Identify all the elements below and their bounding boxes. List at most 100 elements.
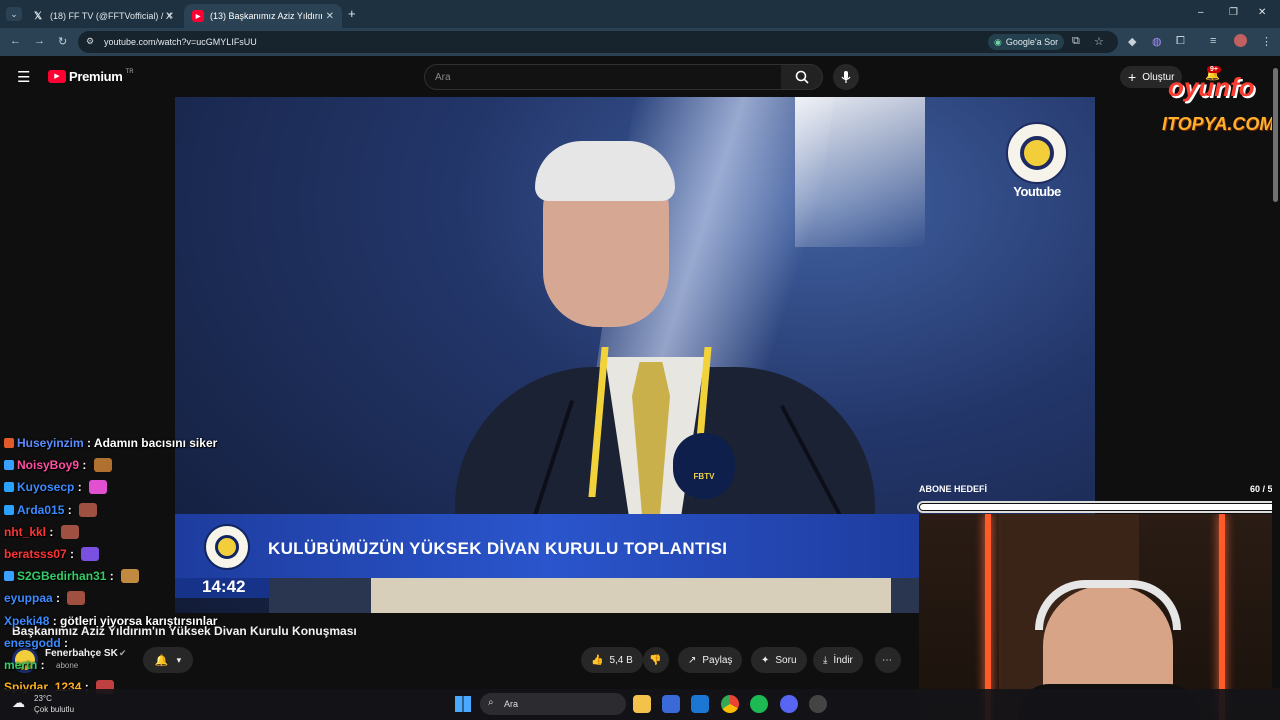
more-actions-button[interactable]: ⋯ — [875, 647, 901, 673]
chrome-icon[interactable] — [721, 695, 739, 713]
fbtv-microphone-flag: FBTV — [673, 433, 735, 499]
fenerbahce-crest-icon — [204, 524, 250, 570]
close-icon[interactable]: ✕ — [166, 11, 174, 22]
chat-message: mertn : — [4, 658, 45, 672]
chat-message: Huseyinzim : Adamın bacısını siker — [4, 436, 217, 450]
bell-icon: 🔔 — [154, 654, 169, 667]
share-button[interactable]: ↗ Paylaş — [678, 647, 743, 673]
google-ask-button[interactable]: ◉ Google'a Sor — [988, 34, 1065, 50]
back-icon[interactable]: ← — [10, 35, 21, 47]
search-input[interactable]: Ara — [424, 64, 782, 90]
chat-username: enesgodd — [4, 636, 61, 650]
youtube-watermark: Youtube — [1013, 184, 1061, 199]
chat-emote-icon — [67, 591, 86, 605]
lower-strip — [269, 578, 919, 613]
chat-username: eyuppaa — [4, 591, 53, 605]
chat-text: Adamın bacısını siker — [93, 436, 218, 450]
chat-emote-icon — [81, 547, 100, 561]
youtube-logo-text: Premium — [69, 69, 123, 84]
search-button[interactable] — [781, 64, 823, 90]
chat-username: mertn — [4, 658, 38, 672]
browser-tabstrip: ⌄ 𝕏 (18) FF TV (@FFTVofficial) / X ✕ ▶ (… — [0, 0, 1280, 28]
address-bar[interactable]: ⚙ youtube.com/watch?v=ucGMYLIFsUU — [78, 31, 1118, 53]
forward-icon[interactable]: → — [34, 35, 45, 47]
minimize-button[interactable]: – — [1198, 7, 1204, 18]
reading-list-icon[interactable]: ≡ — [1210, 35, 1216, 47]
voice-search-button[interactable] — [833, 64, 859, 90]
store-icon[interactable] — [662, 695, 680, 713]
browser-menu-icon[interactable]: ⋮ — [1261, 35, 1272, 48]
site-info-icon[interactable]: ⚙ — [86, 36, 94, 47]
youtube-region: TR — [125, 68, 134, 75]
bookmark-star-icon[interactable]: ☆ — [1094, 35, 1104, 48]
chat-badge-icon — [4, 438, 14, 448]
download-icon: ⤓ — [823, 654, 828, 666]
chat-username: S2GBedirhan31 — [17, 569, 107, 583]
chat-message: beratsss07 : — [4, 547, 100, 561]
ask-button[interactable]: ✦ Soru — [751, 647, 807, 673]
install-icon[interactable]: ⧉ — [1072, 35, 1080, 48]
chat-emote-icon — [89, 480, 108, 494]
maximize-button[interactable]: ❐ — [1229, 7, 1238, 18]
chat-message: NoisyBoy9 : — [4, 458, 112, 472]
spotify-icon[interactable] — [750, 695, 768, 713]
url-text: youtube.com/watch?v=ucGMYLIFsUU — [104, 37, 257, 47]
search-icon — [795, 70, 809, 84]
itopya-logo: ITOPYA.COM — [1162, 114, 1275, 134]
plus-icon: + — [1128, 69, 1137, 85]
download-button[interactable]: ⤓ İndir — [813, 647, 863, 673]
new-tab-button[interactable]: + — [348, 6, 356, 21]
taskbar-search[interactable]: ⌕ Ara — [480, 693, 626, 715]
chat-badge-icon — [4, 571, 14, 581]
file-explorer-icon[interactable] — [633, 695, 651, 713]
tab-search-icon[interactable]: ⌄ — [6, 7, 22, 21]
app-icon[interactable] — [809, 695, 827, 713]
ask-label: Soru — [775, 654, 797, 666]
download-label: İndir — [833, 654, 853, 666]
x-logo-icon: 𝕏 — [33, 10, 43, 22]
profile-avatar[interactable] — [1234, 34, 1247, 47]
microphone-icon — [841, 71, 851, 83]
chat-username: Kuyosecp — [17, 480, 75, 494]
share-icon: ↗ — [688, 654, 697, 666]
reload-icon[interactable]: ↻ — [58, 35, 67, 48]
like-button[interactable]: 👍 5,4 B — [581, 647, 643, 673]
scrollbar-thumb[interactable] — [1273, 68, 1278, 202]
windows-start-icon[interactable] — [455, 696, 471, 712]
tab-x[interactable]: 𝕏 (18) FF TV (@FFTVofficial) / X ✕ — [24, 4, 182, 28]
more-icon: ⋯ — [882, 654, 892, 666]
chat-badge-icon — [4, 460, 14, 470]
fenerbahce-crest-watermark — [1006, 122, 1068, 184]
youtube-logo[interactable]: ▶ Premium TR — [48, 69, 134, 84]
discord-icon[interactable] — [780, 695, 798, 713]
chat-username: Huseyinzim — [17, 436, 84, 450]
extension-1-icon[interactable]: ◆ — [1128, 35, 1136, 48]
outlook-icon[interactable] — [691, 695, 709, 713]
dislike-button[interactable]: 👎 — [643, 647, 669, 673]
chat-username: beratsss07 — [4, 547, 67, 561]
subscriber-goal-fill — [920, 504, 1275, 510]
thumbs-down-icon: 👎 — [649, 654, 662, 666]
verified-check-icon: ✔ — [119, 648, 127, 658]
chat-message: Xpeki48 : götleri yiyorsa karıştırsınlar — [4, 614, 218, 628]
like-count: 5,4 B — [609, 654, 633, 666]
chat-text: götleri yiyorsa karıştırsınlar — [60, 614, 218, 628]
weather-desc: Çok bulutlu — [34, 705, 75, 714]
chat-username: nht_kkl — [4, 525, 47, 539]
hamburger-menu-icon[interactable]: ☰ — [17, 68, 30, 86]
google-ask-label: Google'a Sor — [1005, 37, 1059, 47]
weather-icon: ☁ — [12, 695, 25, 710]
thumbs-up-icon: 👍 — [591, 654, 604, 666]
close-window-button[interactable]: ✕ — [1258, 7, 1266, 18]
chat-username: Arda015 — [17, 503, 65, 517]
chat-emote-icon — [93, 458, 112, 472]
subscribe-bell-button[interactable]: 🔔 ▾ — [143, 647, 193, 673]
google-lens-icon: ◉ — [994, 36, 1002, 47]
extensions-icon[interactable]: ⧠ — [1176, 35, 1185, 48]
youtube-play-icon: ▶ — [48, 70, 66, 83]
extension-2-icon[interactable]: ◍ — [1152, 35, 1162, 48]
subscriber-count: abone — [56, 661, 79, 670]
search-placeholder: Ara — [435, 71, 451, 83]
tab-youtube[interactable]: ▶ (13) Başkanımız Aziz Yıldırım'ın ✕ — [184, 4, 342, 28]
close-icon[interactable]: ✕ — [326, 11, 334, 22]
